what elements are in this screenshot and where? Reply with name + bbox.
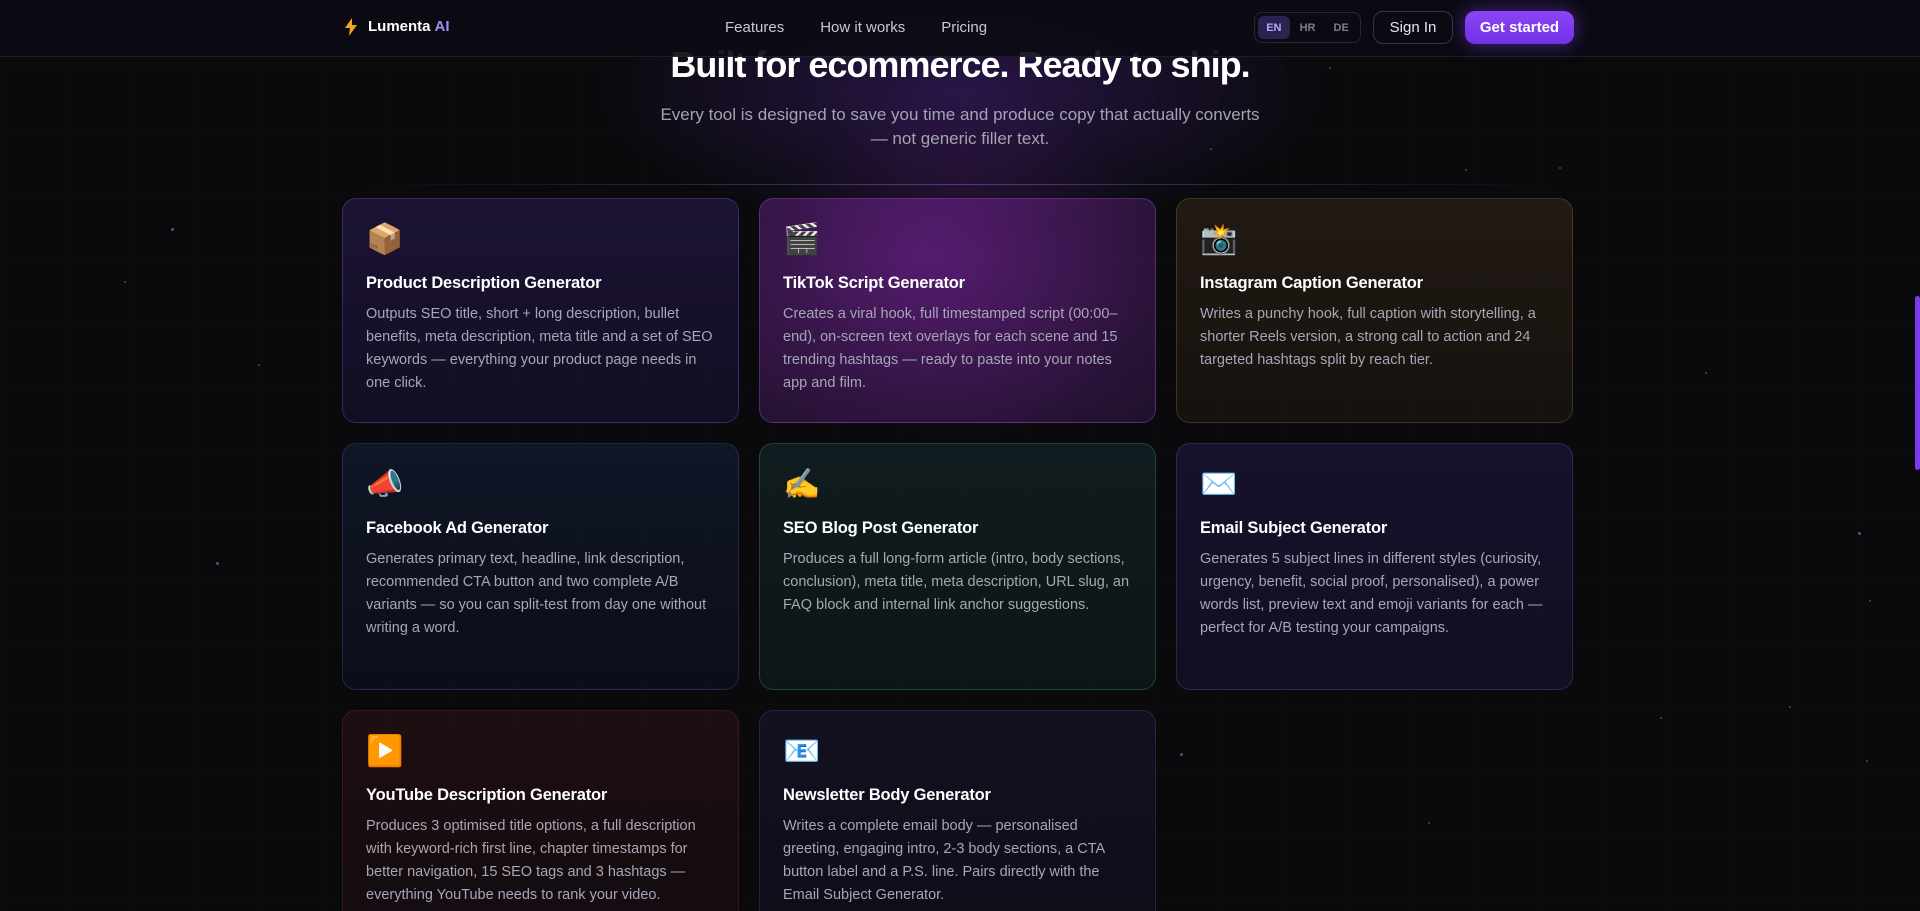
nav-link-how-it-works[interactable]: How it works [820,19,905,36]
brand-name: Lumenta [368,18,431,35]
top-nav: Lumenta AI Features How it works Pricing … [0,0,1920,57]
clapperboard-icon: 🎬 [783,223,821,256]
card-title: Newsletter Body Generator [783,786,991,804]
envelope-icon: ✉️ [1200,468,1238,501]
card-title: Instagram Caption Generator [1200,274,1423,292]
star-decoration [1465,169,1467,171]
feature-card-facebook-ad[interactable]: 📣 Facebook Ad Generator Generates primar… [342,443,739,690]
brand-logo[interactable]: Lumenta AI [344,18,450,36]
scroll-indicator[interactable] [1915,296,1920,470]
camera-flash-icon: 📸 [1200,223,1238,256]
card-title: Facebook Ad Generator [366,519,549,537]
card-title: TikTok Script Generator [783,274,965,292]
star-decoration [1180,753,1183,756]
nav-link-features[interactable]: Features [725,19,784,36]
star-decoration [1559,167,1561,169]
card-description: Produces a full long-form article (intro… [783,551,1130,613]
feature-card-email-subject[interactable]: ✉️ Email Subject Generator Generates 5 s… [1176,443,1573,690]
star-decoration [171,228,174,231]
card-description: Creates a viral hook, full timestamped s… [783,306,1118,391]
star-decoration [1428,822,1430,824]
star-decoration [1869,600,1871,602]
writing-hand-icon: ✍️ [783,468,821,501]
star-decoration [1866,760,1868,762]
page: Lumenta AI Features How it works Pricing … [0,0,1920,911]
feature-card-seo-blog-post[interactable]: ✍️ SEO Blog Post Generator Produces a fu… [759,443,1156,690]
sign-in-button[interactable]: Sign In [1373,11,1453,44]
megaphone-icon: 📣 [366,468,404,501]
star-decoration [258,364,260,366]
card-title: Product Description Generator [366,274,602,292]
play-button-icon: ▶️ [366,735,404,768]
card-title: SEO Blog Post Generator [783,519,979,537]
package-icon: 📦 [366,223,404,256]
lightning-bolt-icon [345,18,357,36]
brand-ai-label: AI [434,18,450,35]
star-decoration [1858,532,1861,535]
card-description: Writes a complete email body — personali… [783,818,1105,903]
language-en-button[interactable]: EN [1258,16,1290,39]
card-description: Produces 3 optimised title options, a fu… [366,818,696,903]
nav-link-pricing[interactable]: Pricing [941,19,987,36]
card-description: Generates 5 subject lines in different s… [1200,551,1543,636]
language-switcher: EN HR DE [1254,12,1361,43]
card-description: Writes a punchy hook, full caption with … [1200,306,1536,368]
star-decoration [1660,717,1662,719]
card-title: YouTube Description Generator [366,786,608,804]
star-decoration [124,281,126,283]
feature-card-tiktok-script[interactable]: 🎬 TikTok Script Generator Creates a vira… [759,198,1156,423]
language-hr-button[interactable]: HR [1292,16,1324,39]
section-subline: Every tool is designed to save you time … [660,105,1260,148]
star-decoration [1789,706,1791,708]
card-title: Email Subject Generator [1200,519,1388,537]
card-description: Generates primary text, headline, link d… [366,551,707,636]
email-icon: 📧 [783,735,821,768]
feature-card-instagram-caption[interactable]: 📸 Instagram Caption Generator Writes a p… [1176,198,1573,423]
star-decoration [1705,372,1707,374]
nav-links: Features How it works Pricing [725,19,987,36]
get-started-button[interactable]: Get started [1465,11,1574,44]
star-decoration [216,562,219,565]
feature-card-newsletter-body[interactable]: 📧 Newsletter Body Generator Writes a com… [759,710,1156,911]
language-de-button[interactable]: DE [1325,16,1357,39]
card-description: Outputs SEO title, short + long descript… [366,306,713,391]
section-divider [360,184,1560,185]
feature-card-youtube-description[interactable]: ▶️ YouTube Description Generator Produce… [342,710,739,911]
feature-card-product-description[interactable]: 📦 Product Description Generator Outputs … [342,198,739,423]
